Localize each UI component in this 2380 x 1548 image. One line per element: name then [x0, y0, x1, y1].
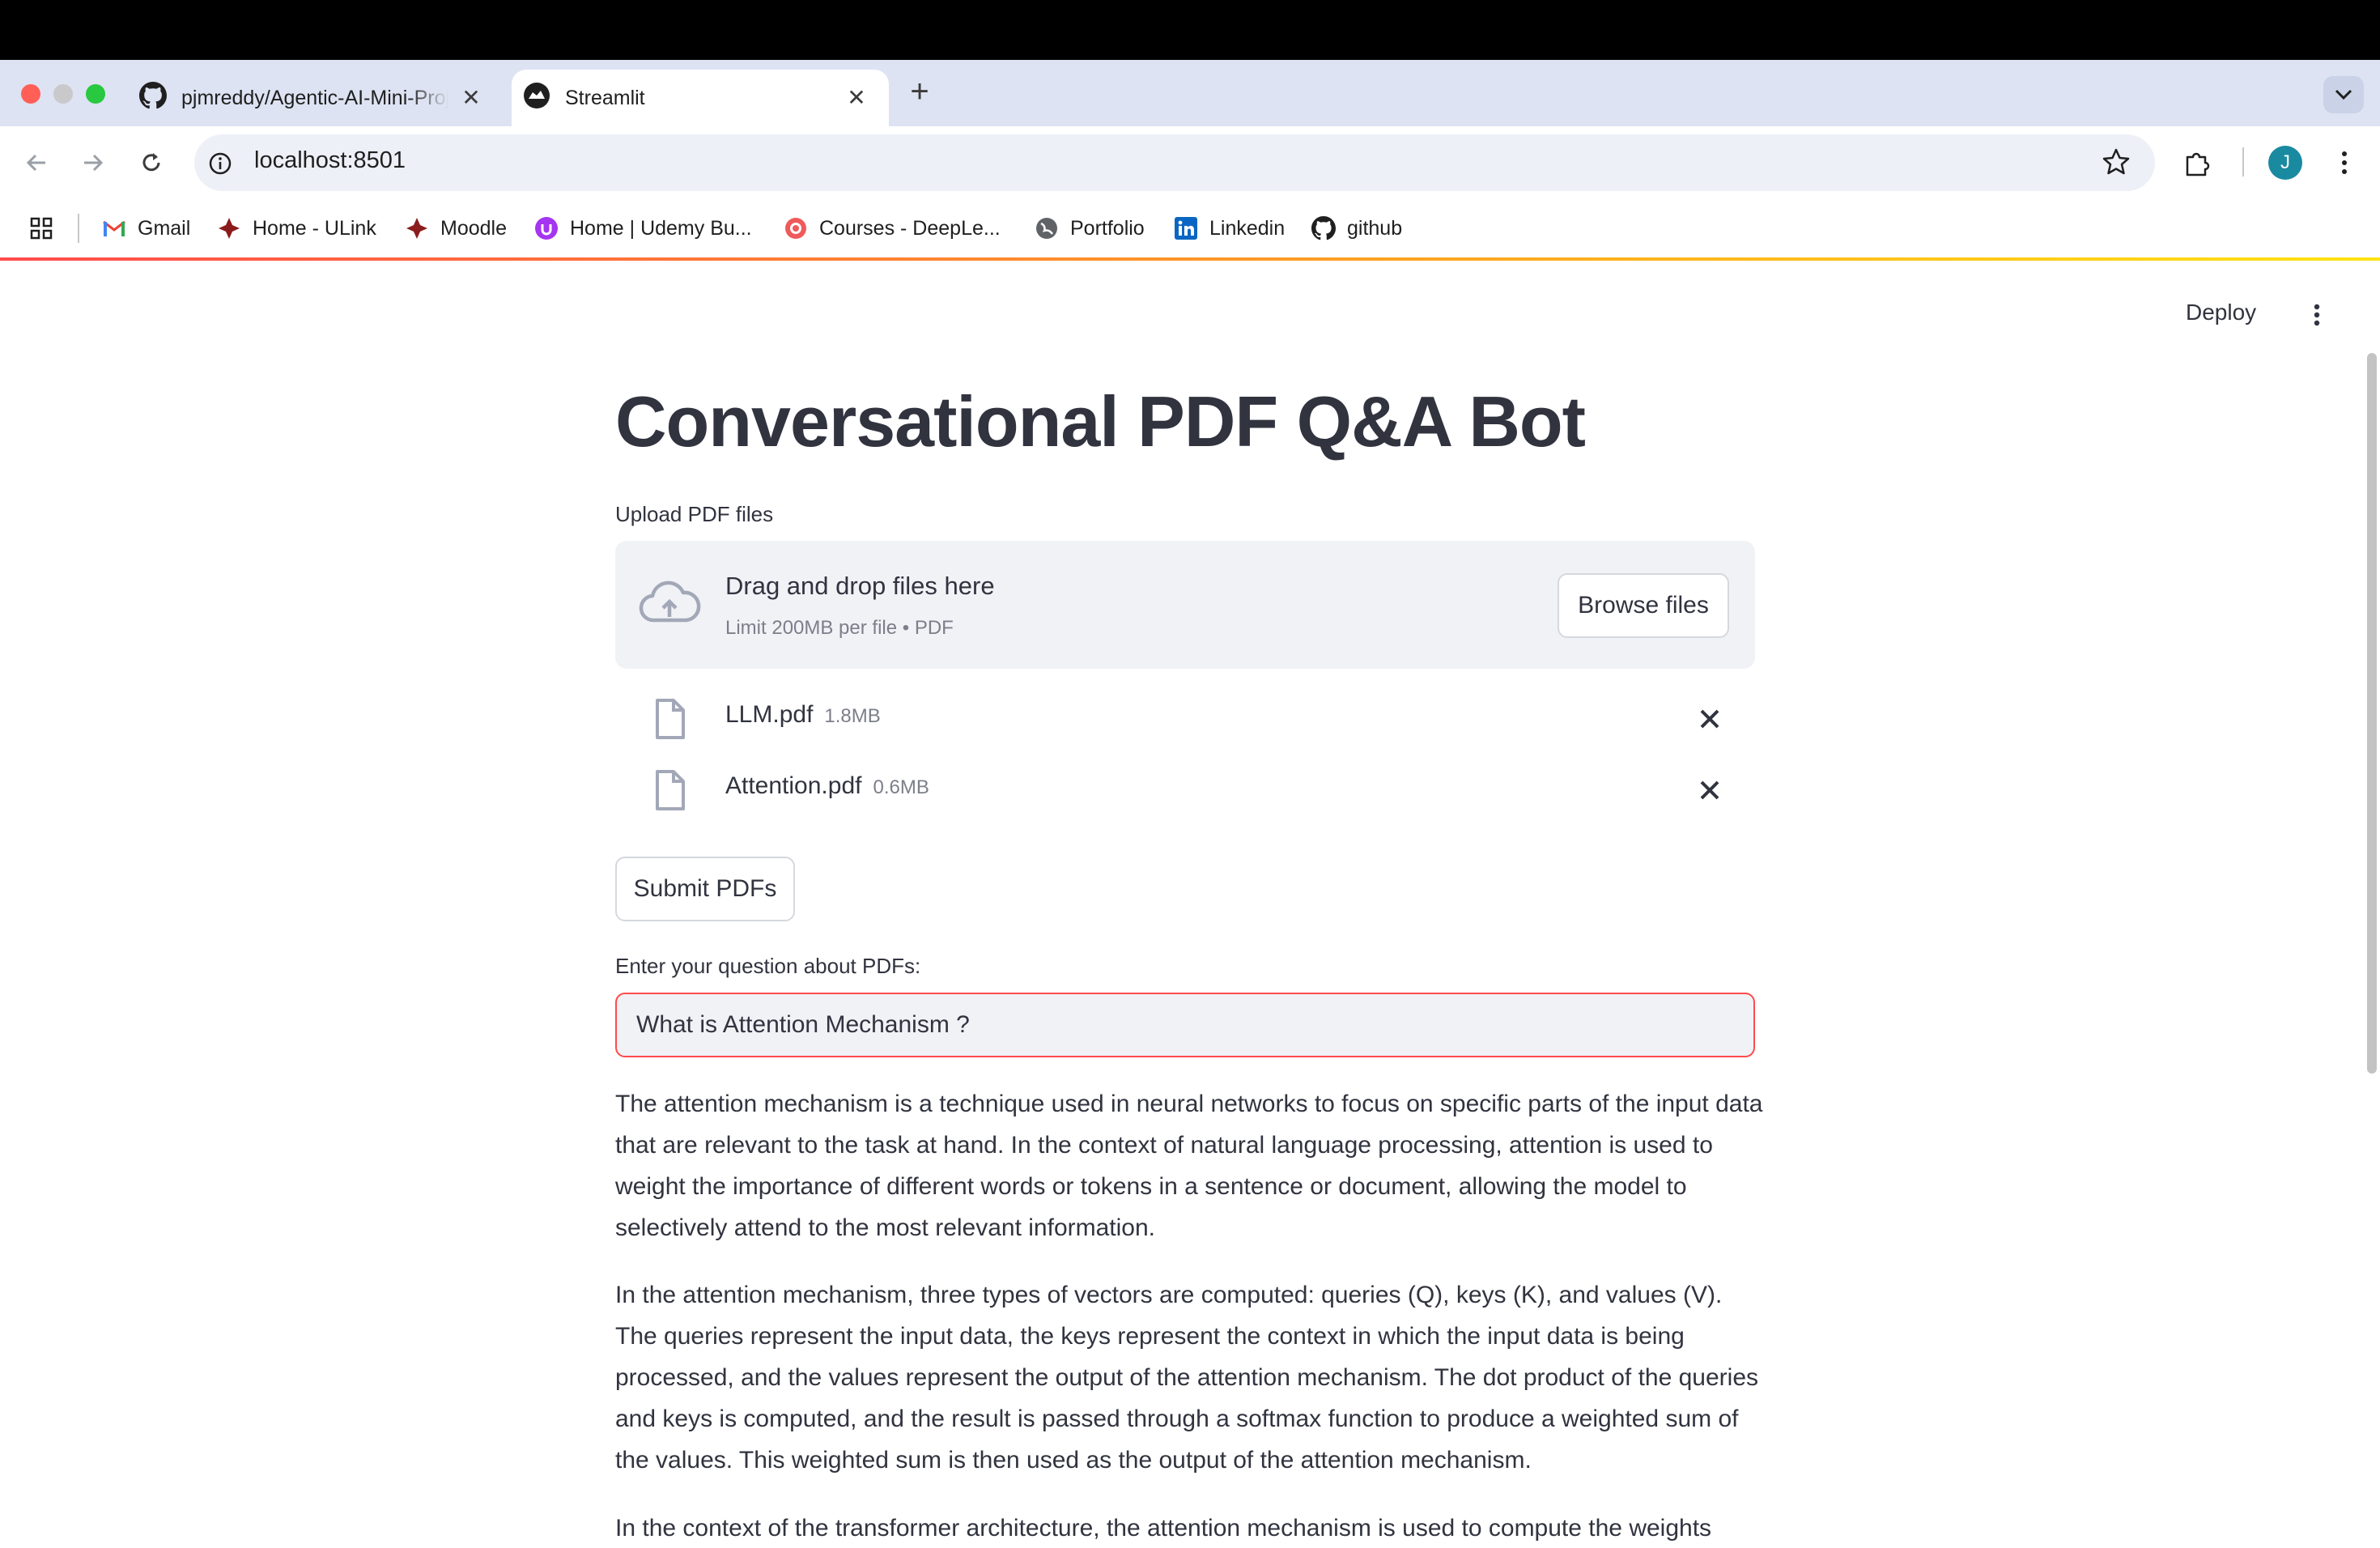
- dropzone-instructions: Drag and drop files here: [725, 572, 995, 600]
- bookmark-label: Portfolio: [1070, 216, 1145, 240]
- page-scrollbar[interactable]: [2367, 353, 2377, 1074]
- tab-title: Streamlit: [565, 86, 645, 109]
- file-name: Attention.pdf: [725, 772, 862, 799]
- window-zoom-button[interactable]: [86, 84, 105, 104]
- close-icon: [1700, 709, 1719, 729]
- bookmark-label: github: [1347, 216, 1403, 240]
- answer-paragraph: In the attention mechanism, three types …: [615, 1282, 1759, 1474]
- address-bar[interactable]: [194, 134, 2155, 191]
- bookmark-portfolio[interactable]: Portfolio: [1035, 212, 1145, 245]
- bookmark-github[interactable]: github: [1311, 212, 1402, 245]
- new-tab-button[interactable]: +: [903, 75, 936, 108]
- tab-close-button[interactable]: ✕: [458, 85, 484, 111]
- reload-button[interactable]: [133, 144, 170, 181]
- file-icon: [651, 698, 690, 740]
- deeplearning-icon: [784, 216, 808, 240]
- screen-top-bar: [0, 0, 2380, 60]
- bookmark-label: Moodle: [440, 216, 507, 240]
- window-close-button[interactable]: [21, 84, 40, 104]
- dropzone-limit-text: Limit 200MB per file • PDF: [725, 617, 954, 639]
- chevron-down-icon: [2335, 89, 2352, 100]
- bookmark-label: Courses - DeepLe...: [819, 216, 1001, 240]
- remove-file-button[interactable]: [1694, 703, 1726, 735]
- arrow-right-icon: [84, 154, 104, 172]
- window-minimize-button[interactable]: [53, 84, 73, 104]
- tab-title: pjmreddy/Agentic-AI-Mini-Projects: [181, 86, 448, 109]
- github-icon: [139, 81, 167, 115]
- browse-files-button[interactable]: Browse files: [1558, 573, 1729, 638]
- extensions-icon[interactable]: [2181, 146, 2215, 180]
- file-size: 0.6MB: [873, 776, 929, 798]
- file-size: 1.8MB: [824, 705, 881, 727]
- bookmark-star-icon[interactable]: [2100, 146, 2132, 178]
- back-button[interactable]: [18, 144, 55, 181]
- ulink-icon: [217, 216, 241, 240]
- deploy-button[interactable]: Deploy: [2186, 300, 2256, 325]
- streamlit-decoration-bar: [0, 257, 2380, 261]
- file-name: LLM.pdf: [725, 701, 814, 728]
- uploaded-file-row: Attention.pdf 0.6MB: [615, 761, 1755, 818]
- bookmarks-separator: [78, 214, 79, 243]
- profile-avatar[interactable]: J: [2268, 146, 2302, 180]
- answer-paragraph: In the context of the transformer archit…: [615, 1515, 1712, 1542]
- page-title: Conversational PDF Q&A Bot: [615, 381, 1586, 461]
- tab-search-button[interactable]: [2323, 76, 2364, 113]
- address-url[interactable]: localhost:8501: [254, 147, 406, 174]
- uploaded-file-row: LLM.pdf 1.8MB: [615, 690, 1755, 746]
- toolbar-separator: [2242, 147, 2244, 176]
- bookmark-label: Home - ULink: [253, 216, 376, 240]
- answer-paragraph: The attention mechanism is a technique u…: [615, 1091, 1763, 1241]
- bookmark-deeplearning[interactable]: Courses - DeepLe...: [784, 212, 1001, 245]
- bookmark-label: Linkedin: [1209, 216, 1286, 240]
- question-input[interactable]: [615, 993, 1755, 1057]
- reload-icon: [142, 153, 160, 172]
- bookmark-udemy[interactable]: Home | Udemy Bu...: [534, 212, 752, 245]
- tab-close-button[interactable]: ✕: [844, 85, 869, 111]
- question-label: Enter your question about PDFs:: [615, 954, 921, 978]
- forward-button[interactable]: [74, 144, 112, 181]
- bookmark-gmail[interactable]: Gmail: [102, 212, 190, 245]
- close-icon: [1700, 780, 1719, 800]
- tab-github[interactable]: pjmreddy/Agentic-AI-Mini-Projects ✕: [130, 70, 504, 126]
- cloud-upload-icon: [638, 578, 701, 632]
- arrow-left-icon: [26, 154, 45, 172]
- udemy-icon: [534, 216, 559, 240]
- apps-grid-icon[interactable]: [29, 212, 53, 245]
- file-icon: [651, 769, 690, 811]
- tab-streamlit[interactable]: Streamlit ✕: [512, 70, 889, 126]
- globe-icon: [1035, 216, 1059, 240]
- submit-pdfs-button[interactable]: Submit PDFs: [615, 857, 795, 921]
- github-icon: [1311, 216, 1336, 240]
- browser-menu-icon[interactable]: [2331, 146, 2357, 180]
- bookmark-label: Home | Udemy Bu...: [570, 216, 752, 240]
- gmail-icon: [102, 216, 126, 240]
- bookmark-ulink[interactable]: Home - ULink: [217, 212, 376, 245]
- app-menu-icon[interactable]: [2306, 298, 2328, 332]
- bookmark-moodle[interactable]: Moodle: [405, 212, 507, 245]
- upload-label: Upload PDF files: [615, 502, 774, 526]
- remove-file-button[interactable]: [1694, 774, 1726, 806]
- bookmark-linkedin[interactable]: Linkedin: [1174, 212, 1285, 245]
- streamlit-icon: [523, 82, 550, 115]
- bookmark-label: Gmail: [138, 216, 191, 240]
- site-info-icon[interactable]: [207, 151, 233, 176]
- linkedin-icon: [1174, 216, 1198, 240]
- moodle-icon: [405, 216, 429, 240]
